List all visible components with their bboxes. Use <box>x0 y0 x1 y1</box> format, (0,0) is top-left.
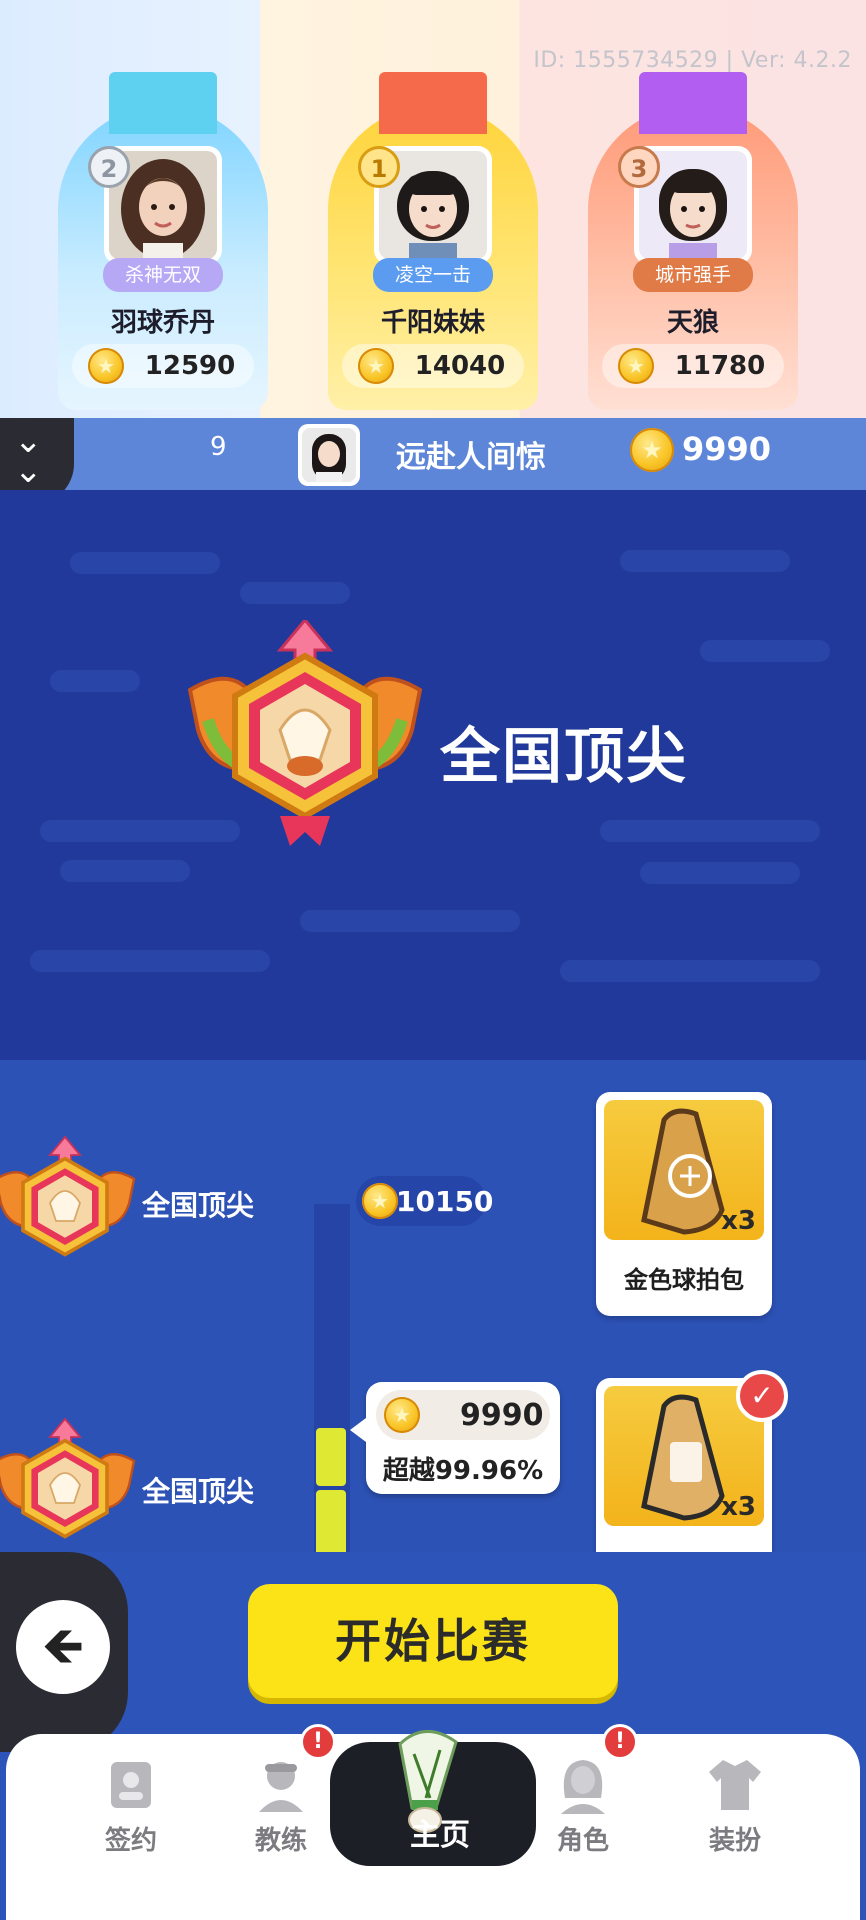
reward-qty: x3 <box>721 1206 756 1236</box>
start-match-button[interactable]: 开始比赛 <box>248 1584 618 1698</box>
my-rank-number: 9 <box>210 432 227 462</box>
notification-badge: ! <box>602 1724 638 1760</box>
score-pill: ★ 14040 <box>342 344 524 388</box>
tier-title: 全国顶尖 <box>440 722 688 792</box>
tier-badge-icon <box>0 1136 136 1257</box>
coin-icon: ★ <box>88 348 124 384</box>
shuttlecock-tier-badge-icon <box>187 620 423 846</box>
coin-icon: ★ <box>618 348 654 384</box>
reward-name: 金色球拍包 <box>624 1266 744 1294</box>
player-title-tag: 杀神无双 <box>102 258 224 292</box>
coin-icon: ★ <box>630 428 674 472</box>
player-name: 天狼 <box>666 308 719 338</box>
progress-fill <box>316 1490 346 1560</box>
surpass-percent: 超越99.96% <box>382 1456 544 1486</box>
score-pill: ★ 12590 <box>72 344 254 388</box>
player-name: 千阳妹妹 <box>380 308 485 338</box>
ribbon <box>379 72 487 134</box>
score-value: 11780 <box>674 351 766 381</box>
coach-icon <box>259 1762 303 1812</box>
rank-number: 1 <box>358 146 400 188</box>
contract-card-icon <box>111 1762 151 1808</box>
ribbon <box>639 72 747 134</box>
back-arrow-icon: 🡸 <box>41 1616 85 1676</box>
outfit-icon <box>709 1760 761 1810</box>
tier-badge-icon <box>0 1418 136 1539</box>
reward-card[interactable]: x3 金色球拍包 <box>596 1092 772 1316</box>
rank-number: 2 <box>88 146 130 188</box>
double-chevron-down-icon: ⌄ ⌄ <box>14 421 43 491</box>
tier-threshold-score: 10150 <box>396 1185 494 1218</box>
player-title-tag: 凌空一击 <box>372 258 494 292</box>
back-button[interactable]: 🡸 <box>8 1592 118 1702</box>
player-portrait-icon <box>312 434 346 482</box>
player-title-tag: 城市强手 <box>632 258 754 292</box>
ribbon <box>109 72 217 134</box>
score-value: 12590 <box>144 351 236 381</box>
my-avatar[interactable] <box>298 424 360 486</box>
tier-hero-panel <box>0 490 866 1060</box>
my-player-name: 远赴人间惊 <box>396 440 546 475</box>
current-score-bubble: ★ 9990 超越99.96% <box>350 1382 560 1494</box>
reward-qty: x3 <box>721 1492 756 1522</box>
progress-fill <box>316 1428 346 1486</box>
row-tier-label: 全国顶尖 <box>142 1189 255 1222</box>
nav-item-home[interactable]: 主页 <box>330 1730 536 1866</box>
current-score: 9990 <box>460 1398 544 1433</box>
nav-item-contract[interactable]: 签约 <box>56 1752 206 1872</box>
version-label: ID: 1555734529 | Ver: 4.2.2 <box>533 48 852 73</box>
character-icon <box>561 1760 605 1814</box>
coin-icon: ★ <box>362 1183 398 1219</box>
nav-item-character[interactable]: 角色 <box>508 1752 658 1872</box>
rank-number: 3 <box>618 146 660 188</box>
tier-threshold-chip: ★ 10150 <box>356 1176 493 1226</box>
leaderboard-podium: ID: 1555734529 | Ver: 4.2.2 2 杀神无双 羽球乔丹 … <box>0 0 866 418</box>
podium-card-rank-2[interactable]: 2 杀神无双 羽球乔丹 ★ 12590 <box>58 72 268 410</box>
notification-badge: ! <box>300 1724 336 1760</box>
podium-card-rank-3[interactable]: 3 城市强手 天狼 ★ 11780 <box>588 72 798 410</box>
score-pill: ★ 11780 <box>602 344 784 388</box>
player-name: 羽球乔丹 <box>110 308 215 338</box>
coin-icon: ★ <box>358 348 394 384</box>
score-value: 14040 <box>414 351 506 381</box>
nav-item-outfit[interactable]: 装扮 <box>660 1752 810 1872</box>
my-score: 9990 <box>682 430 772 468</box>
row-tier-label: 全国顶尖 <box>142 1475 255 1508</box>
coin-icon: ★ <box>384 1397 420 1433</box>
claimed-check-icon: ✓ <box>736 1370 788 1422</box>
podium-card-rank-1[interactable]: 1 凌空一击 千阳妹妹 ★ 14040 <box>328 72 538 410</box>
